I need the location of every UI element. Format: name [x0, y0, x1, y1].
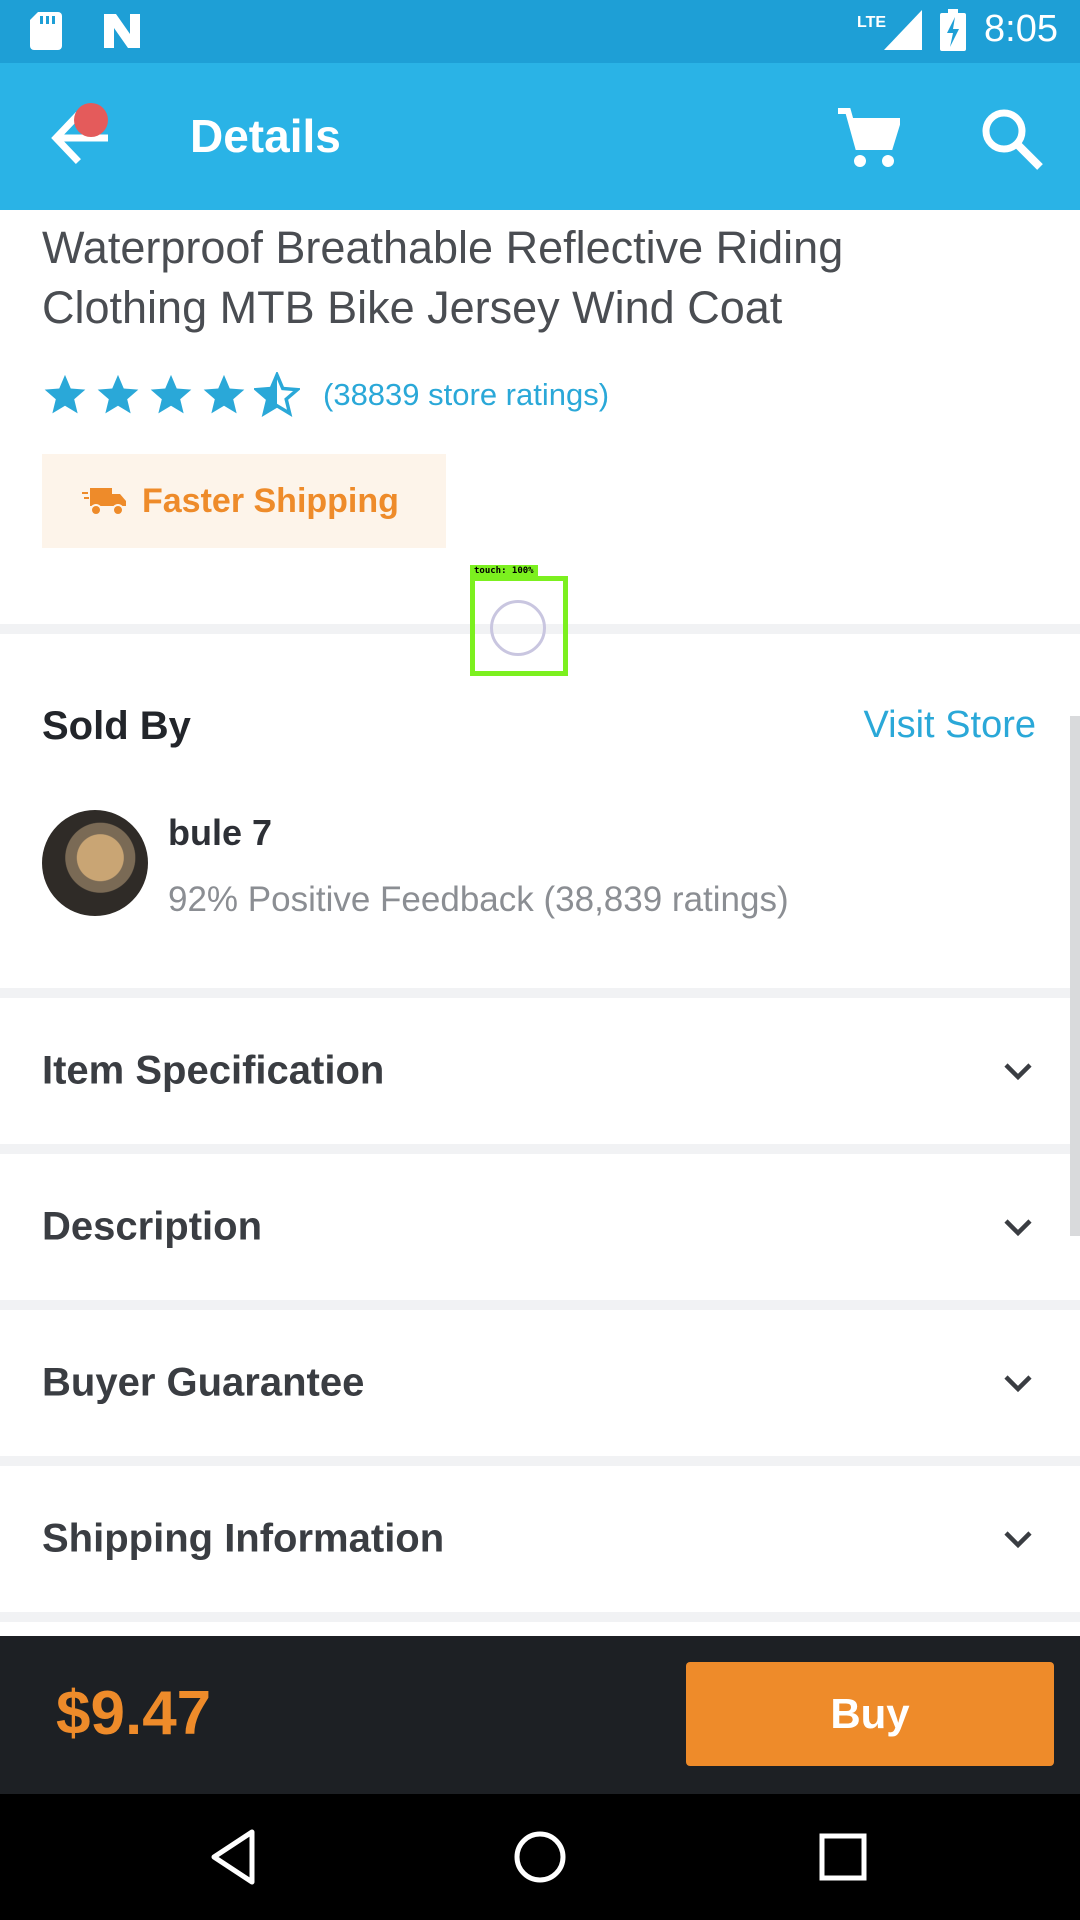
- faster-shipping-label: Faster Shipping: [142, 481, 399, 520]
- app-bar: Details: [0, 63, 1080, 210]
- seller-avatar[interactable]: [42, 810, 148, 916]
- visit-store-link[interactable]: Visit Store: [864, 704, 1036, 747]
- price: $9.47: [56, 1679, 212, 1748]
- rating-count-link[interactable]: (38839 store ratings): [323, 377, 609, 413]
- accordion-label: Description: [42, 1204, 263, 1249]
- search-icon[interactable]: [980, 107, 1044, 171]
- product-title-line-2: Clothing MTB Bike Jersey Wind Coat: [42, 282, 783, 333]
- star-full-icon: [150, 374, 192, 414]
- chevron-down-icon: [1004, 1219, 1032, 1237]
- chevron-down-icon: [1004, 1375, 1032, 1393]
- chevron-down-icon: [1004, 1063, 1032, 1081]
- accordion-label: Shipping Information: [42, 1516, 445, 1561]
- purchase-bar: $9.47 Buy: [0, 1636, 1080, 1794]
- accordion-description[interactable]: Description: [0, 1154, 1080, 1300]
- sd-card-icon: [30, 12, 62, 50]
- scrollbar-thumb[interactable]: [1070, 716, 1080, 1236]
- touch-indicator-circle: [490, 600, 546, 656]
- product-details-content: Waterproof Breathable Reflective Riding …: [0, 210, 1080, 1636]
- accordion-shipping-information[interactable]: Shipping Information: [0, 1466, 1080, 1612]
- section-divider: [0, 1612, 1080, 1622]
- app-notification-icon: [104, 14, 140, 48]
- star-full-icon: [44, 374, 86, 414]
- status-bar: LTE 8:05: [0, 0, 1080, 63]
- star-full-icon: [203, 374, 245, 414]
- notification-dot: [74, 103, 108, 137]
- section-divider: [0, 1144, 1080, 1154]
- cart-icon[interactable]: [836, 107, 900, 171]
- network-type: LTE: [857, 13, 887, 31]
- sold-by-heading: Sold By: [42, 704, 191, 748]
- accordion-item-specification[interactable]: Item Specification: [0, 998, 1080, 1144]
- page-title: Details: [190, 110, 341, 162]
- accordion-buyer-guarantee[interactable]: Buyer Guarantee: [0, 1310, 1080, 1456]
- section-divider: [0, 1456, 1080, 1466]
- product-title-line-1: Waterproof Breathable Reflective Riding: [42, 222, 844, 273]
- nav-home-icon[interactable]: [507, 1824, 573, 1890]
- nav-back-icon[interactable]: [202, 1824, 268, 1890]
- product-title: Waterproof Breathable Reflective Riding …: [42, 218, 1022, 338]
- buy-button[interactable]: Buy: [686, 1662, 1054, 1766]
- seller-feedback: 92% Positive Feedback (38,839 ratings): [168, 880, 789, 919]
- battery-charging-icon: [940, 8, 967, 51]
- star-full-icon: [97, 374, 139, 414]
- section-divider: [0, 1300, 1080, 1310]
- faster-shipping-badge: Faster Shipping: [42, 454, 446, 548]
- section-divider: [0, 988, 1080, 998]
- truck-icon: [82, 488, 126, 516]
- rating-row[interactable]: (38839 store ratings): [42, 372, 609, 418]
- signal-icon: [884, 9, 923, 50]
- status-time: 8:05: [984, 8, 1058, 50]
- chevron-down-icon: [1004, 1531, 1032, 1549]
- accordion-label: Item Specification: [42, 1048, 385, 1093]
- system-nav-bar: [0, 1794, 1080, 1920]
- nav-recents-icon[interactable]: [810, 1824, 876, 1890]
- seller-name[interactable]: bule 7: [168, 812, 272, 854]
- star-rating: [42, 372, 307, 418]
- star-half-icon: [254, 372, 300, 418]
- accordion-label: Buyer Guarantee: [42, 1360, 365, 1405]
